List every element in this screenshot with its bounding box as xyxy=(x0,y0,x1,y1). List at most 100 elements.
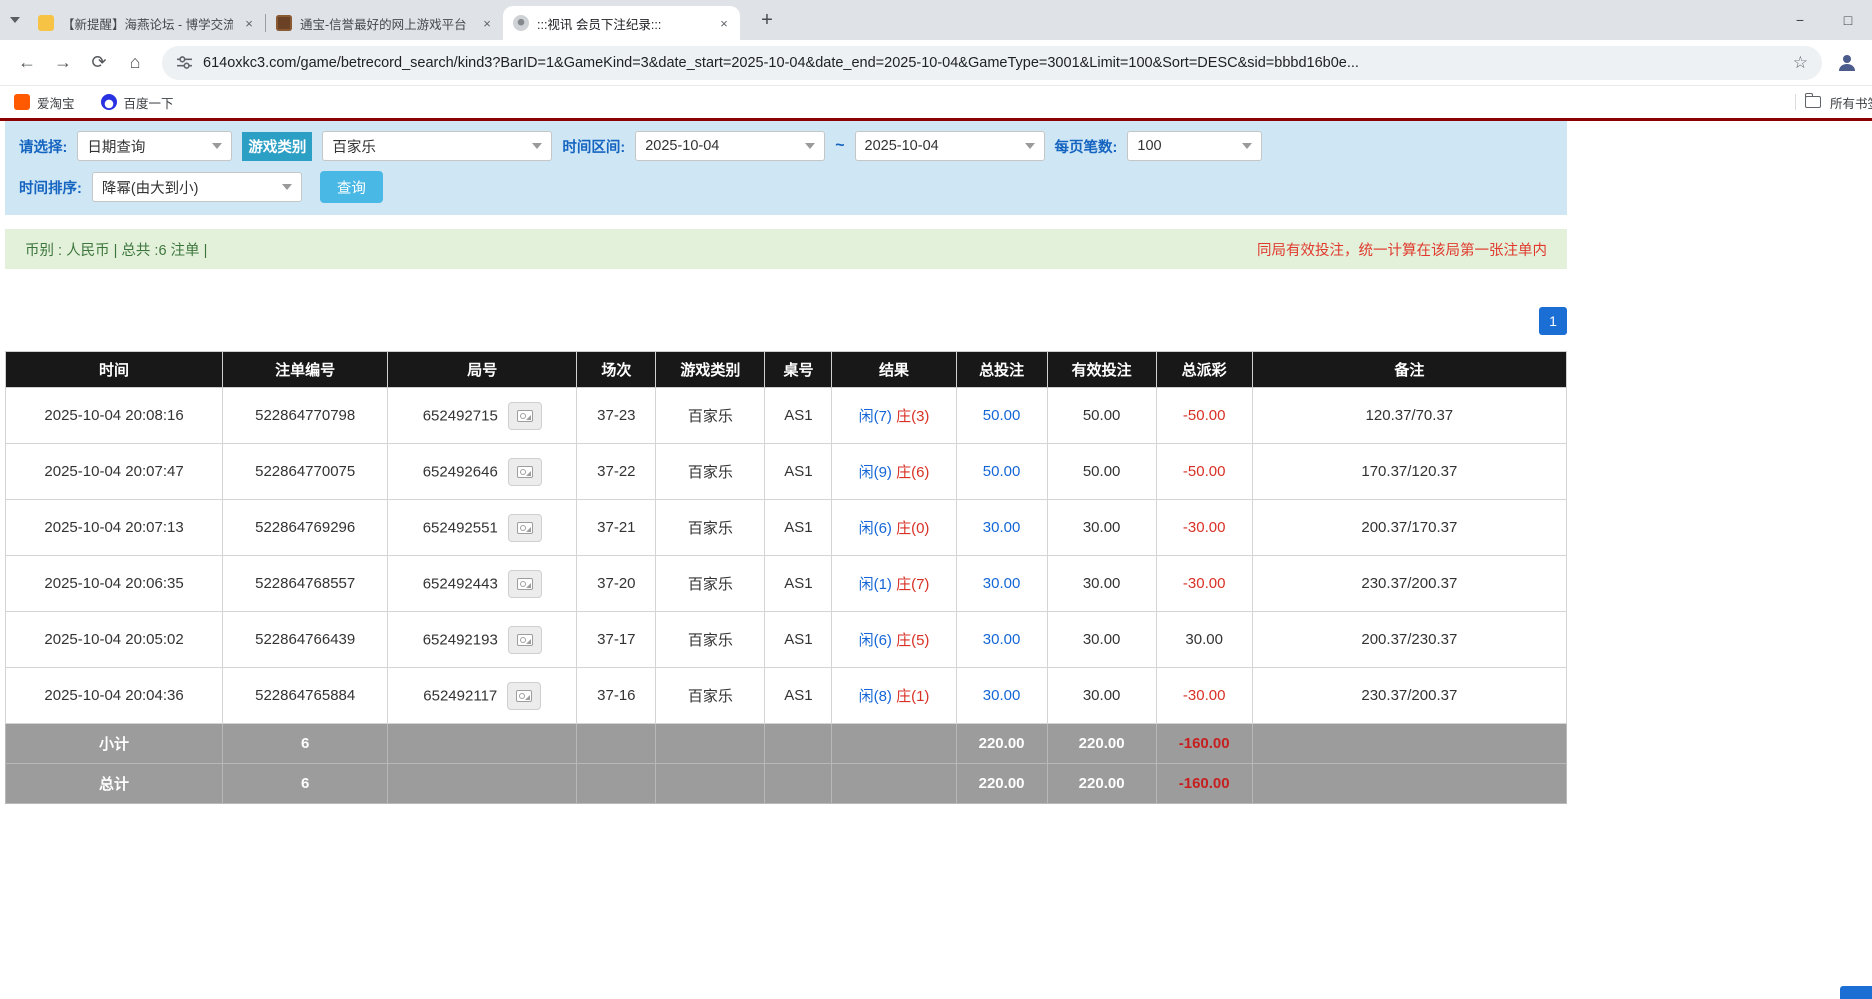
cell-bet-id: 522864765884 xyxy=(223,668,388,724)
tab-favicon-icon xyxy=(513,15,529,31)
cell-total-bet[interactable]: 30.00 xyxy=(956,668,1047,724)
close-tab-icon[interactable]: × xyxy=(241,16,257,31)
cell-total-bet[interactable]: 30.00 xyxy=(956,612,1047,668)
cell-valid-bet: 50.00 xyxy=(1047,388,1156,444)
view-game-result-button[interactable] xyxy=(508,514,542,542)
search-button[interactable]: 查询 xyxy=(320,171,383,203)
filter-row-2: 时间排序: 降幂(由大到小) 查询 xyxy=(19,171,1553,203)
footer-label: 小计 xyxy=(6,724,223,764)
range-separator: ~ xyxy=(835,137,844,155)
cell-total-bet[interactable]: 30.00 xyxy=(956,500,1047,556)
tab-search-chevron-icon[interactable] xyxy=(10,17,20,23)
site-controls-icon[interactable] xyxy=(176,54,193,71)
view-game-result-button[interactable] xyxy=(508,458,542,486)
cell-time: 2025-10-04 20:04:36 xyxy=(6,668,223,724)
game-screenshot-icon xyxy=(517,466,533,478)
cell-payout: -30.00 xyxy=(1156,500,1252,556)
cell-session: 37-23 xyxy=(577,388,656,444)
cell-time: 2025-10-04 20:05:02 xyxy=(6,612,223,668)
cell-total-bet[interactable]: 30.00 xyxy=(956,556,1047,612)
cell-table-no: AS1 xyxy=(765,612,832,668)
cell-valid-bet: 50.00 xyxy=(1047,444,1156,500)
query-type-select[interactable]: 日期查询 xyxy=(77,131,232,161)
select-value: 100 xyxy=(1137,138,1234,154)
game-category-label: 游戏类别 xyxy=(242,132,312,161)
tab-title: 【新提醒】海燕论坛 - 博学交流 xyxy=(62,14,233,33)
cell-session: 37-21 xyxy=(577,500,656,556)
maximize-button[interactable]: □ xyxy=(1824,0,1872,40)
bottom-pagination-fragment[interactable] xyxy=(1840,986,1872,999)
cell-payout: -50.00 xyxy=(1156,444,1252,500)
date-start-select[interactable]: 2025-10-04 xyxy=(635,131,825,161)
reload-button[interactable]: ⟳ xyxy=(82,46,116,80)
view-game-result-button[interactable] xyxy=(508,570,542,598)
sort-order-select[interactable]: 降幂(由大到小) xyxy=(92,172,302,202)
cell-bet-id: 522864770798 xyxy=(223,388,388,444)
cell-valid-bet: 30.00 xyxy=(1047,612,1156,668)
round-number: 652492117 xyxy=(423,687,497,704)
view-game-result-button[interactable] xyxy=(507,682,541,710)
total-row: 总计6220.00220.00-160.00 xyxy=(6,764,1567,804)
tab-bet-records[interactable]: :::视讯 会员下注纪录::: × xyxy=(503,6,740,40)
game-screenshot-icon xyxy=(517,522,533,534)
profile-avatar-icon[interactable] xyxy=(1832,48,1862,78)
cell-result: 闲(8) 庄(1) xyxy=(832,668,956,724)
cell-round: 652492646 xyxy=(388,444,577,500)
bookmark-aitaobao[interactable]: 爱淘宝 xyxy=(14,93,75,112)
cell-bet-id: 522864766439 xyxy=(223,612,388,668)
page-1-button[interactable]: 1 xyxy=(1539,307,1567,335)
close-tab-icon[interactable]: × xyxy=(479,16,495,31)
header-session: 场次 xyxy=(577,352,656,388)
forward-button[interactable]: → xyxy=(46,46,80,80)
select-value: 2025-10-04 xyxy=(865,138,1017,154)
cell-total-bet[interactable]: 50.00 xyxy=(956,444,1047,500)
taobao-icon xyxy=(14,94,30,110)
date-range-label: 时间区间: xyxy=(562,136,625,157)
select-value: 百家乐 xyxy=(332,136,524,157)
tab-favicon-icon xyxy=(38,15,54,31)
footer-count: 6 xyxy=(223,764,388,804)
tab-tongbao[interactable]: 通宝-信誉最好的网上游戏平台 × xyxy=(266,6,503,40)
header-valid-bet: 有效投注 xyxy=(1047,352,1156,388)
chevron-down-icon xyxy=(805,143,815,149)
select-value: 2025-10-04 xyxy=(645,138,797,154)
view-game-result-button[interactable] xyxy=(508,626,542,654)
game-category-select[interactable]: 百家乐 xyxy=(322,131,552,161)
tab-haiyan-forum[interactable]: 【新提醒】海燕论坛 - 博学交流 × xyxy=(28,6,265,40)
page-size-select[interactable]: 100 xyxy=(1127,131,1262,161)
select-value: 日期查询 xyxy=(87,136,204,157)
view-game-result-button[interactable] xyxy=(508,402,542,430)
bookmark-star-icon[interactable]: ☆ xyxy=(1793,53,1808,73)
sort-label: 时间排序: xyxy=(19,177,82,198)
home-button[interactable]: ⌂ xyxy=(118,46,152,80)
bookmark-baidu[interactable]: 百度一下 xyxy=(101,93,174,112)
minimize-button[interactable]: − xyxy=(1776,0,1824,40)
cell-round: 652492715 xyxy=(388,388,577,444)
footer-empty-cell xyxy=(1252,724,1566,764)
cell-note: 170.37/120.37 xyxy=(1252,444,1566,500)
address-bar[interactable]: 614oxkc3.com/game/betrecord_search/kind3… xyxy=(162,46,1822,80)
chevron-down-icon xyxy=(1025,143,1035,149)
cell-session: 37-22 xyxy=(577,444,656,500)
select-label: 请选择: xyxy=(19,136,67,157)
header-game-type: 游戏类别 xyxy=(656,352,765,388)
new-tab-button[interactable]: + xyxy=(754,9,780,32)
cell-game-type: 百家乐 xyxy=(656,444,765,500)
cell-table-no: AS1 xyxy=(765,444,832,500)
header-table-no: 桌号 xyxy=(765,352,832,388)
header-time: 时间 xyxy=(6,352,223,388)
result-player: 闲(7) xyxy=(859,408,892,425)
close-tab-icon[interactable]: × xyxy=(716,16,732,31)
cell-total-bet[interactable]: 50.00 xyxy=(956,388,1047,444)
result-player: 闲(1) xyxy=(859,576,892,593)
tab-title: :::视讯 会员下注纪录::: xyxy=(537,14,708,33)
footer-empty-cell xyxy=(832,724,956,764)
round-number: 652492193 xyxy=(423,631,498,648)
date-end-select[interactable]: 2025-10-04 xyxy=(855,131,1045,161)
cell-valid-bet: 30.00 xyxy=(1047,556,1156,612)
url-text[interactable]: 614oxkc3.com/game/betrecord_search/kind3… xyxy=(203,55,1783,71)
back-button[interactable]: ← xyxy=(10,46,44,80)
footer-payout: -160.00 xyxy=(1156,724,1252,764)
all-bookmarks[interactable]: 所有书签 xyxy=(1795,93,1872,112)
table-row: 2025-10-04 20:07:47522864770075652492646… xyxy=(6,444,1567,500)
